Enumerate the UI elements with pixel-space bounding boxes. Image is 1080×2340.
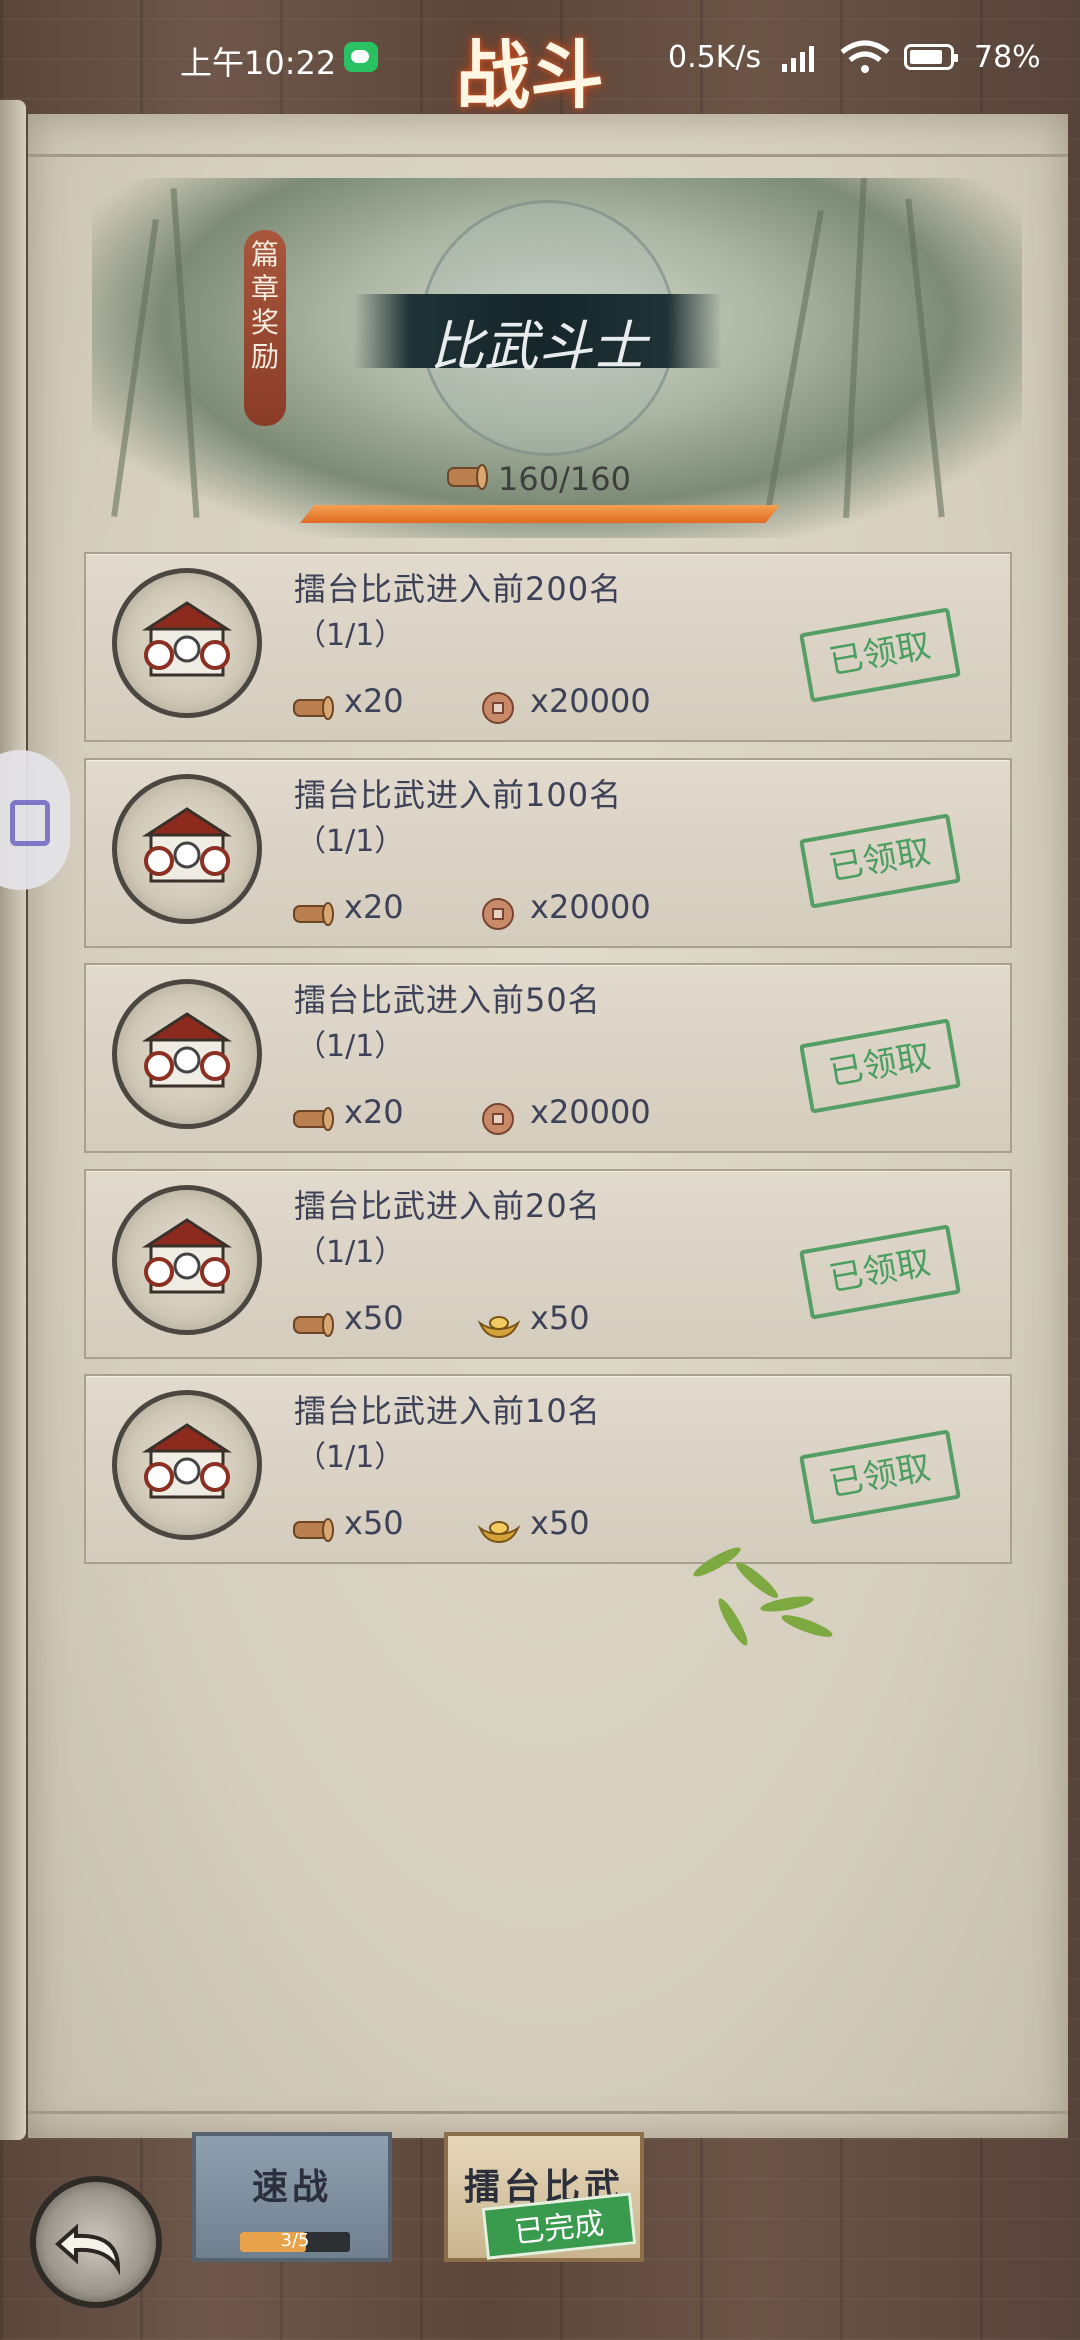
floating-assistant-button[interactable] bbox=[0, 750, 70, 890]
reward-quantity: x50 bbox=[530, 1504, 590, 1542]
wifi-icon bbox=[840, 40, 890, 73]
quick-battle-progress: 3/5 bbox=[240, 2230, 350, 2252]
arena-badge-icon bbox=[112, 979, 262, 1129]
chapter-progress-text: 160/160 bbox=[498, 460, 631, 498]
signal-icon bbox=[782, 44, 822, 72]
arena-badge-icon bbox=[112, 774, 262, 924]
chapter-title-plate: 比武斗士 bbox=[354, 294, 722, 378]
task-row: 擂台比武进入前10名 （1/1） x50 x50 已领取 bbox=[84, 1374, 1012, 1564]
reward-quantity: x20000 bbox=[530, 888, 651, 926]
task-name: 擂台比武进入前20名 bbox=[294, 1187, 601, 1225]
claimed-stamp: 已领取 bbox=[799, 607, 961, 703]
coin-icon bbox=[482, 898, 514, 930]
page-border-bottom bbox=[28, 2111, 1068, 2114]
quick-battle-label: 速战 bbox=[251, 2166, 332, 2208]
task-count: （1/1） bbox=[296, 618, 405, 653]
gold-ingot-icon bbox=[477, 1521, 521, 1544]
claimed-stamp: 已领取 bbox=[799, 1429, 961, 1525]
wechat-icon bbox=[344, 42, 378, 72]
task-row: 擂台比武进入前50名 （1/1） x20 x20000 已领取 bbox=[84, 963, 1012, 1153]
coin-icon bbox=[482, 692, 514, 724]
task-name: 擂台比武进入前10名 bbox=[294, 1392, 601, 1430]
quick-battle-progress-text: 3/5 bbox=[280, 2230, 310, 2251]
quick-battle-tab[interactable]: 速战 3/5 bbox=[192, 2132, 392, 2262]
scroll-icon bbox=[293, 696, 334, 720]
gold-ingot-icon bbox=[477, 1316, 521, 1339]
task-name: 擂台比武进入前50名 bbox=[294, 981, 601, 1019]
task-row: 擂台比武进入前100名 （1/1） x20 x20000 已领取 bbox=[84, 758, 1012, 948]
arena-tab[interactable]: 擂台比武 已完成 bbox=[444, 2132, 644, 2262]
chapter-title: 比武斗士 bbox=[430, 315, 646, 378]
scroll-icon bbox=[293, 1518, 334, 1542]
task-name: 擂台比武进入前100名 bbox=[294, 776, 623, 814]
task-count: （1/1） bbox=[296, 1235, 405, 1270]
arena-badge-icon bbox=[112, 568, 262, 718]
claimed-stamp: 已领取 bbox=[799, 813, 961, 909]
scroll-edge bbox=[0, 100, 26, 2140]
reward-quantity: x20 bbox=[344, 682, 404, 720]
scroll-icon bbox=[293, 1313, 334, 1337]
status-bar: 上午10:22 战斗 0.5K/s 78% bbox=[0, 0, 1080, 120]
reward-quantity: x50 bbox=[530, 1299, 590, 1337]
arena-badge-icon bbox=[112, 1185, 262, 1335]
chapter-progress-bar bbox=[300, 505, 780, 523]
coin-icon bbox=[482, 1103, 514, 1135]
back-arrow-icon bbox=[54, 2223, 121, 2276]
reward-quantity: x20 bbox=[344, 888, 404, 926]
scroll-icon bbox=[447, 464, 488, 490]
reward-quantity: x20000 bbox=[530, 1093, 651, 1131]
arena-badge-icon bbox=[112, 1390, 262, 1540]
network-speed: 0.5K/s bbox=[668, 40, 762, 75]
battery-icon bbox=[904, 44, 958, 70]
chat-icon bbox=[10, 800, 50, 846]
claimed-stamp: 已领取 bbox=[799, 1018, 961, 1114]
task-count: （1/1） bbox=[296, 824, 405, 859]
task-count: （1/1） bbox=[296, 1029, 405, 1064]
page-border-top bbox=[28, 154, 1068, 157]
scroll-icon bbox=[293, 1107, 334, 1131]
status-time: 上午10:22 bbox=[180, 44, 337, 82]
screen-title: 战斗 bbox=[456, 33, 604, 119]
task-name: 擂台比武进入前200名 bbox=[294, 570, 623, 608]
chapter-progress-fill bbox=[300, 505, 780, 523]
task-row: 擂台比武进入前20名 （1/1） x50 x50 已领取 bbox=[84, 1169, 1012, 1359]
reward-quantity: x50 bbox=[344, 1504, 404, 1542]
scroll-icon bbox=[293, 902, 334, 926]
task-row: 擂台比武进入前200名 （1/1） x20 x20000 已领取 bbox=[84, 552, 1012, 742]
reward-quantity: x50 bbox=[344, 1299, 404, 1337]
claimed-stamp: 已领取 bbox=[799, 1224, 961, 1320]
reward-quantity: x20 bbox=[344, 1093, 404, 1131]
reward-quantity: x20000 bbox=[530, 682, 651, 720]
task-count: （1/1） bbox=[296, 1440, 405, 1475]
back-button[interactable] bbox=[30, 2176, 162, 2308]
battery-percent: 78% bbox=[974, 40, 1041, 75]
chapter-reward-tag: 篇章奖励 bbox=[244, 230, 286, 426]
